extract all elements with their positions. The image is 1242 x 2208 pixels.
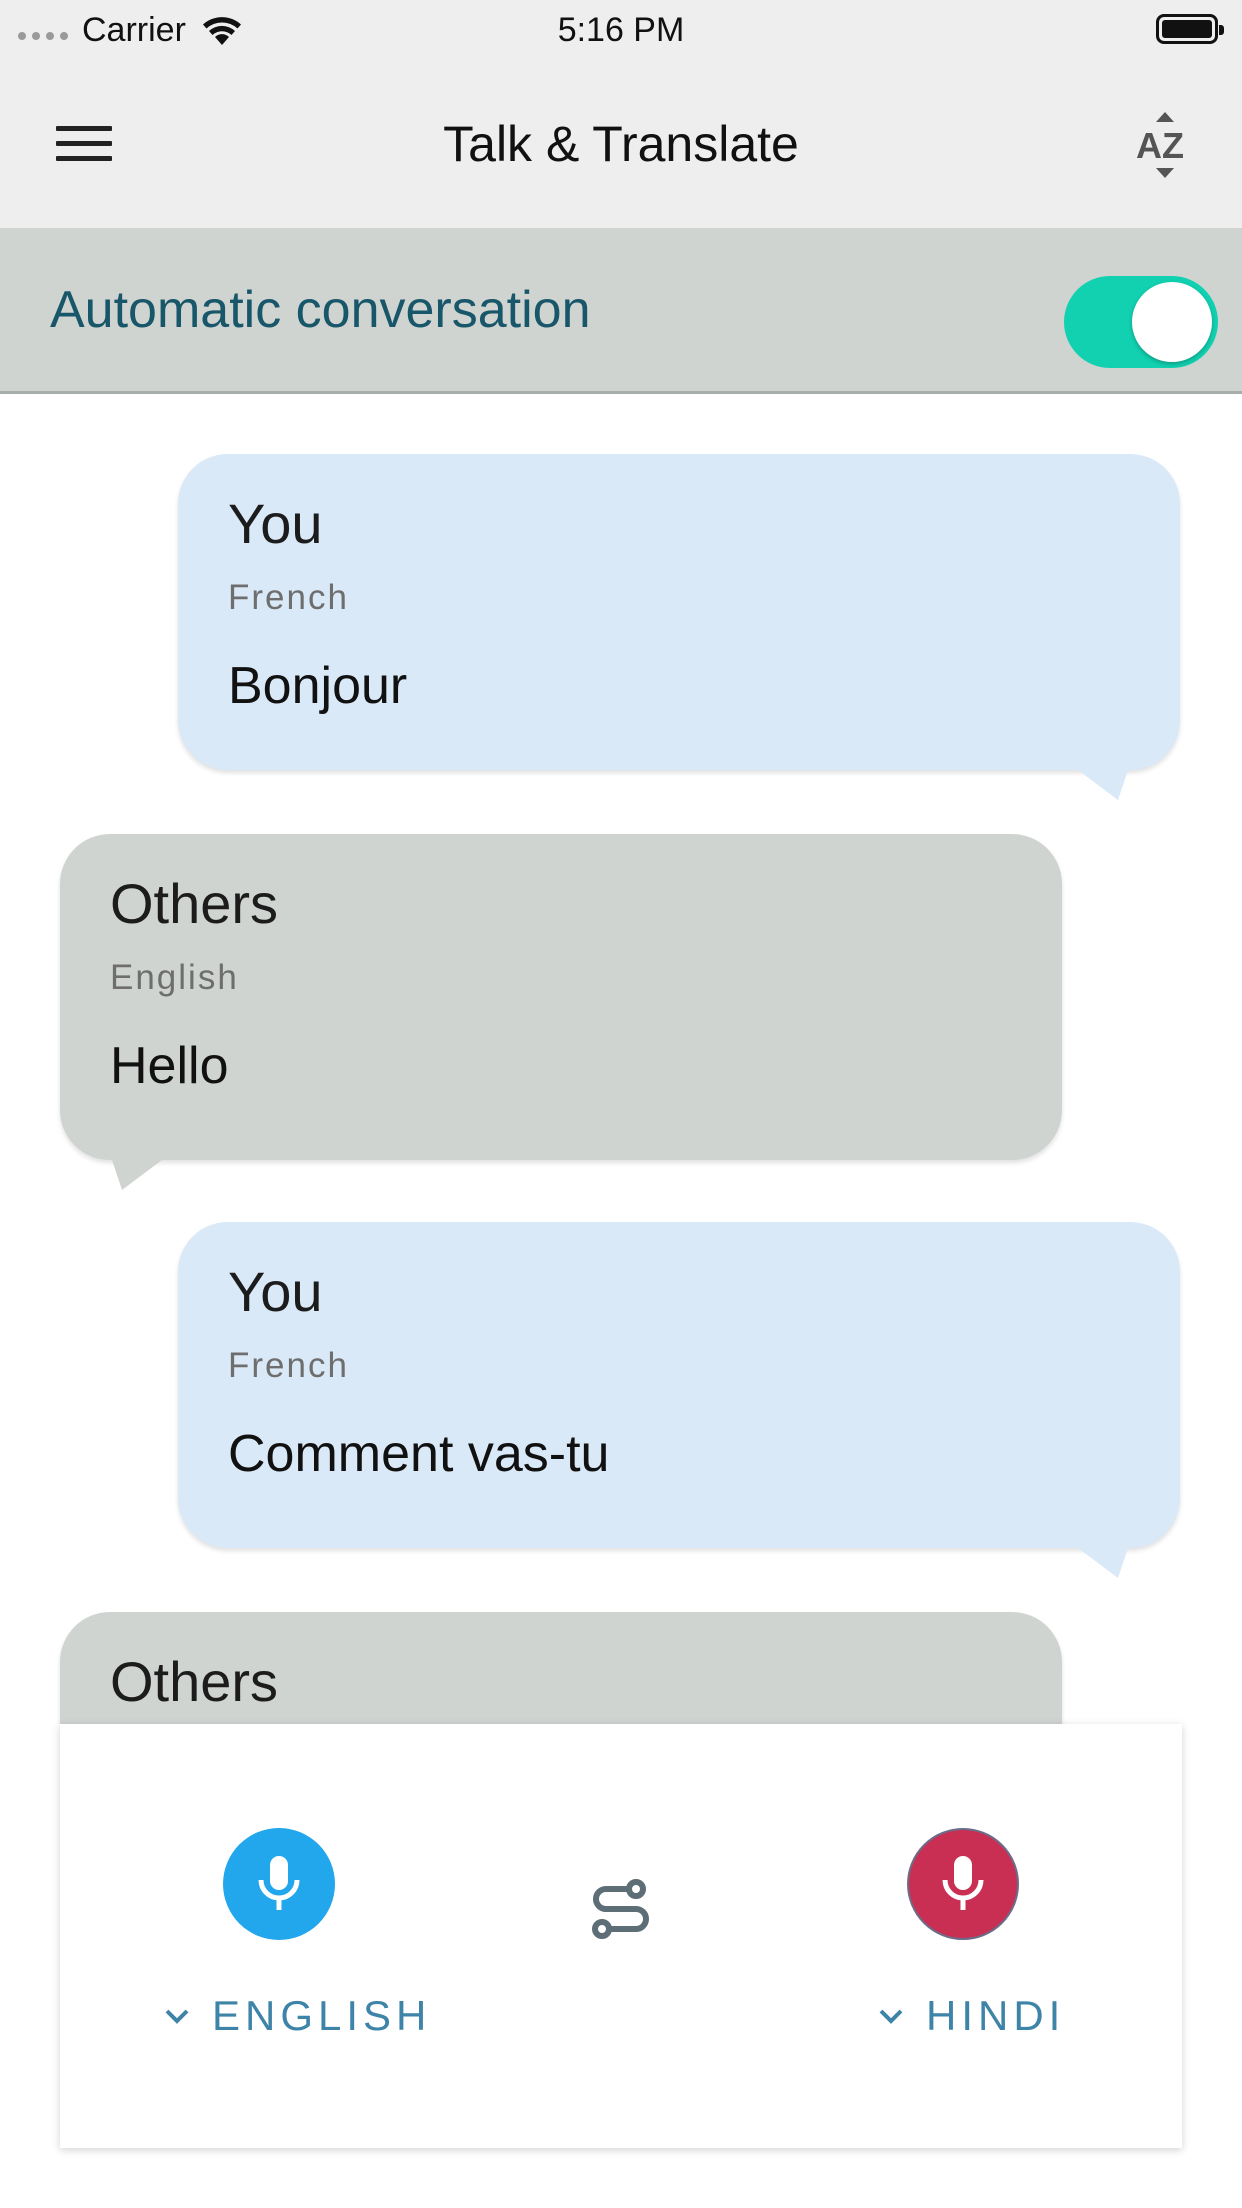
toggle-knob (1132, 282, 1212, 362)
bubble-tail (1070, 764, 1130, 800)
status-bar: Carrier 5:16 PM (0, 0, 1242, 62)
message-speaker: Others (110, 1650, 279, 1713)
chevron-down-icon (165, 2009, 189, 2024)
message-text: Bonjour (228, 657, 408, 715)
message-text: Comment vas-tu (228, 1425, 610, 1483)
message-language: English (110, 958, 239, 997)
conversation-list: You French Bonjour Others English Hello … (0, 394, 1242, 1724)
swap-languages-button[interactable] (584, 1872, 658, 1946)
right-language-label: HINDI (926, 1992, 1066, 2039)
az-sort-icon: AZ (1136, 112, 1184, 178)
battery-icon (1156, 14, 1224, 44)
right-mic-button[interactable] (907, 1828, 1019, 1940)
microphone-icon (942, 1856, 984, 1910)
message-language: French (228, 578, 349, 617)
svg-text:AZ: AZ (1136, 125, 1184, 166)
left-language-selector[interactable]: ENGLISH (164, 1986, 431, 2046)
message-bubble-others: Others English Hello (60, 834, 1062, 1160)
bubble-tail (110, 1154, 170, 1190)
message-bubble-others: Others (60, 1612, 1062, 1724)
automatic-conversation-toggle[interactable] (1064, 276, 1218, 368)
app-bar: Talk & Translate AZ (0, 62, 1242, 228)
bubble-tail (1070, 1542, 1130, 1578)
automatic-conversation-row: Automatic conversation (0, 228, 1242, 394)
message-text: Hello (110, 1037, 229, 1095)
voice-control-panel: ENGLISH HINDI (60, 1724, 1182, 2148)
swap-languages-icon (592, 1879, 649, 1939)
message-speaker: You (228, 1260, 323, 1323)
status-time: 5:16 PM (557, 11, 685, 49)
sort-button[interactable]: AZ (1128, 108, 1202, 182)
left-language-label: ENGLISH (212, 1992, 432, 2039)
message-speaker: Others (110, 872, 279, 935)
chevron-down-icon (879, 2009, 903, 2024)
left-mic-button[interactable] (223, 1828, 335, 1940)
message-language: French (228, 1346, 349, 1385)
right-language-selector[interactable]: HINDI (878, 1986, 1065, 2046)
message-speaker: You (228, 492, 323, 555)
message-bubble-you: You French Bonjour (178, 454, 1180, 770)
automatic-conversation-label: Automatic conversation (50, 281, 591, 339)
message-bubble-you: You French Comment vas-tu (178, 1222, 1180, 1548)
page-title: Talk & Translate (443, 116, 799, 172)
microphone-icon (258, 1856, 300, 1910)
